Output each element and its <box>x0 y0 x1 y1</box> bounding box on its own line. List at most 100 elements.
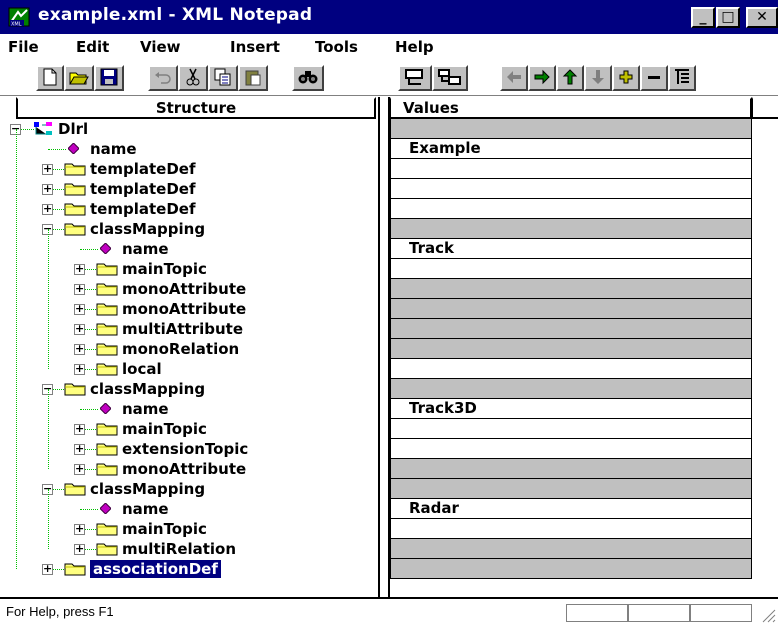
tree-node[interactable]: name <box>0 399 378 419</box>
move-right-button[interactable] <box>528 65 556 91</box>
tree-node[interactable]: − classMapping <box>0 479 378 499</box>
tree-node[interactable]: + monoRelation <box>0 339 378 359</box>
tree-node[interactable]: − classMapping <box>0 379 378 399</box>
menu-help[interactable]: Help <box>395 38 434 56</box>
paste-button[interactable] <box>238 65 268 91</box>
expand-button[interactable] <box>612 65 640 91</box>
value-cell[interactable] <box>390 479 752 499</box>
tree-node-label[interactable]: templateDef <box>90 180 195 198</box>
tree-node-label[interactable]: mainTopic <box>122 260 207 278</box>
tree-node[interactable]: + monoAttribute <box>0 279 378 299</box>
tree-node-label[interactable]: name <box>122 400 169 418</box>
expand-toggle-icon[interactable]: + <box>42 183 53 195</box>
close-button[interactable]: ✕ <box>746 7 778 28</box>
tree-node[interactable]: name <box>0 499 378 519</box>
value-cell[interactable] <box>390 299 752 319</box>
tree-node[interactable]: + templateDef <box>0 159 378 179</box>
tree-node[interactable]: name <box>0 139 378 159</box>
structure-header[interactable]: Structure <box>16 97 376 119</box>
menu-edit[interactable]: Edit <box>76 38 109 56</box>
tree-node[interactable]: + monoAttribute <box>0 299 378 319</box>
new-button[interactable] <box>36 65 64 91</box>
tree-node-label[interactable]: monoAttribute <box>122 300 246 318</box>
tree-node-label[interactable]: templateDef <box>90 160 195 178</box>
tree-node-label[interactable]: monoAttribute <box>122 460 246 478</box>
tree-node[interactable]: + associationDef <box>0 559 378 579</box>
insert-element-button[interactable] <box>398 65 432 91</box>
undo-button[interactable] <box>148 65 178 91</box>
expand-toggle-icon[interactable]: + <box>42 563 53 575</box>
tree-node-label[interactable]: Dlrl <box>58 120 88 138</box>
tree-node[interactable]: + monoAttribute <box>0 459 378 479</box>
tree-node[interactable]: + mainTopic <box>0 519 378 539</box>
tree-node-label[interactable]: multiRelation <box>122 540 236 558</box>
find-button[interactable] <box>292 65 324 91</box>
value-cell[interactable]: Track <box>390 239 752 259</box>
maximize-button[interactable]: □ <box>716 7 740 28</box>
tree-node-label[interactable]: monoAttribute <box>122 280 246 298</box>
move-left-button[interactable] <box>500 65 528 91</box>
menu-view[interactable]: View <box>140 38 181 56</box>
tree-node-label[interactable]: mainTopic <box>122 420 207 438</box>
resize-grip-icon[interactable] <box>760 607 776 623</box>
tree-node-label[interactable]: templateDef <box>90 200 195 218</box>
expand-toggle-icon[interactable]: + <box>74 343 85 355</box>
expand-toggle-icon[interactable]: + <box>74 443 85 455</box>
tree-node[interactable]: + multiAttribute <box>0 319 378 339</box>
tree-node-label[interactable]: name <box>90 140 137 158</box>
expand-toggle-icon[interactable]: + <box>42 203 53 215</box>
tree-node-label[interactable]: name <box>122 500 169 518</box>
expand-toggle-icon[interactable]: + <box>74 263 85 275</box>
value-cell[interactable] <box>390 419 752 439</box>
expand-toggle-icon[interactable]: + <box>74 323 85 335</box>
expand-toggle-icon[interactable]: + <box>74 523 85 535</box>
value-cell[interactable] <box>390 319 752 339</box>
tree-node-label[interactable]: associationDef <box>89 559 222 579</box>
tree-node[interactable]: − classMapping <box>0 219 378 239</box>
value-cell[interactable] <box>390 159 752 179</box>
value-cell[interactable]: Radar <box>390 499 752 519</box>
cut-button[interactable] <box>178 65 208 91</box>
tree-node[interactable]: + mainTopic <box>0 259 378 279</box>
tree-node-label[interactable]: local <box>122 360 162 378</box>
expand-toggle-icon[interactable]: + <box>74 303 85 315</box>
tree-node[interactable]: name <box>0 239 378 259</box>
value-cell[interactable] <box>390 119 752 139</box>
value-cell[interactable] <box>390 359 752 379</box>
value-cell[interactable] <box>390 539 752 559</box>
tree-node-label[interactable]: classMapping <box>90 480 205 498</box>
tree-node[interactable]: + multiRelation <box>0 539 378 559</box>
tree-node[interactable]: − Dlrl <box>0 119 378 139</box>
tree-node[interactable]: + extensionTopic <box>0 439 378 459</box>
expand-toggle-icon[interactable]: + <box>42 163 53 175</box>
open-button[interactable] <box>64 65 94 91</box>
minimize-button[interactable]: _ <box>691 7 715 28</box>
value-cell[interactable]: Track3D <box>390 399 752 419</box>
tree-node[interactable]: + local <box>0 359 378 379</box>
save-button[interactable] <box>94 65 124 91</box>
tree-node-label[interactable]: name <box>122 240 169 258</box>
value-cell[interactable]: Example <box>390 139 752 159</box>
expand-toggle-icon[interactable]: + <box>74 363 85 375</box>
value-cell[interactable] <box>390 459 752 479</box>
tree-node-label[interactable]: multiAttribute <box>122 320 243 338</box>
tree-node[interactable]: + templateDef <box>0 199 378 219</box>
move-up-button[interactable] <box>556 65 584 91</box>
expand-toggle-icon[interactable]: + <box>74 543 85 555</box>
expand-toggle-icon[interactable]: + <box>74 283 85 295</box>
goto-button[interactable] <box>668 65 696 91</box>
insert-child-button[interactable] <box>432 65 468 91</box>
value-cell[interactable] <box>390 379 752 399</box>
move-down-button[interactable] <box>584 65 612 91</box>
tree-node-label[interactable]: classMapping <box>90 220 205 238</box>
tree-node[interactable]: + mainTopic <box>0 419 378 439</box>
value-cell[interactable] <box>390 559 752 579</box>
values-header[interactable]: Values <box>390 97 752 119</box>
tree-node-label[interactable]: mainTopic <box>122 520 207 538</box>
expand-toggle-icon[interactable]: + <box>74 463 85 475</box>
tree-node-label[interactable]: extensionTopic <box>122 440 248 458</box>
value-cell[interactable] <box>390 439 752 459</box>
expand-toggle-icon[interactable]: + <box>74 423 85 435</box>
menu-tools[interactable]: Tools <box>315 38 358 56</box>
value-cell[interactable] <box>390 199 752 219</box>
